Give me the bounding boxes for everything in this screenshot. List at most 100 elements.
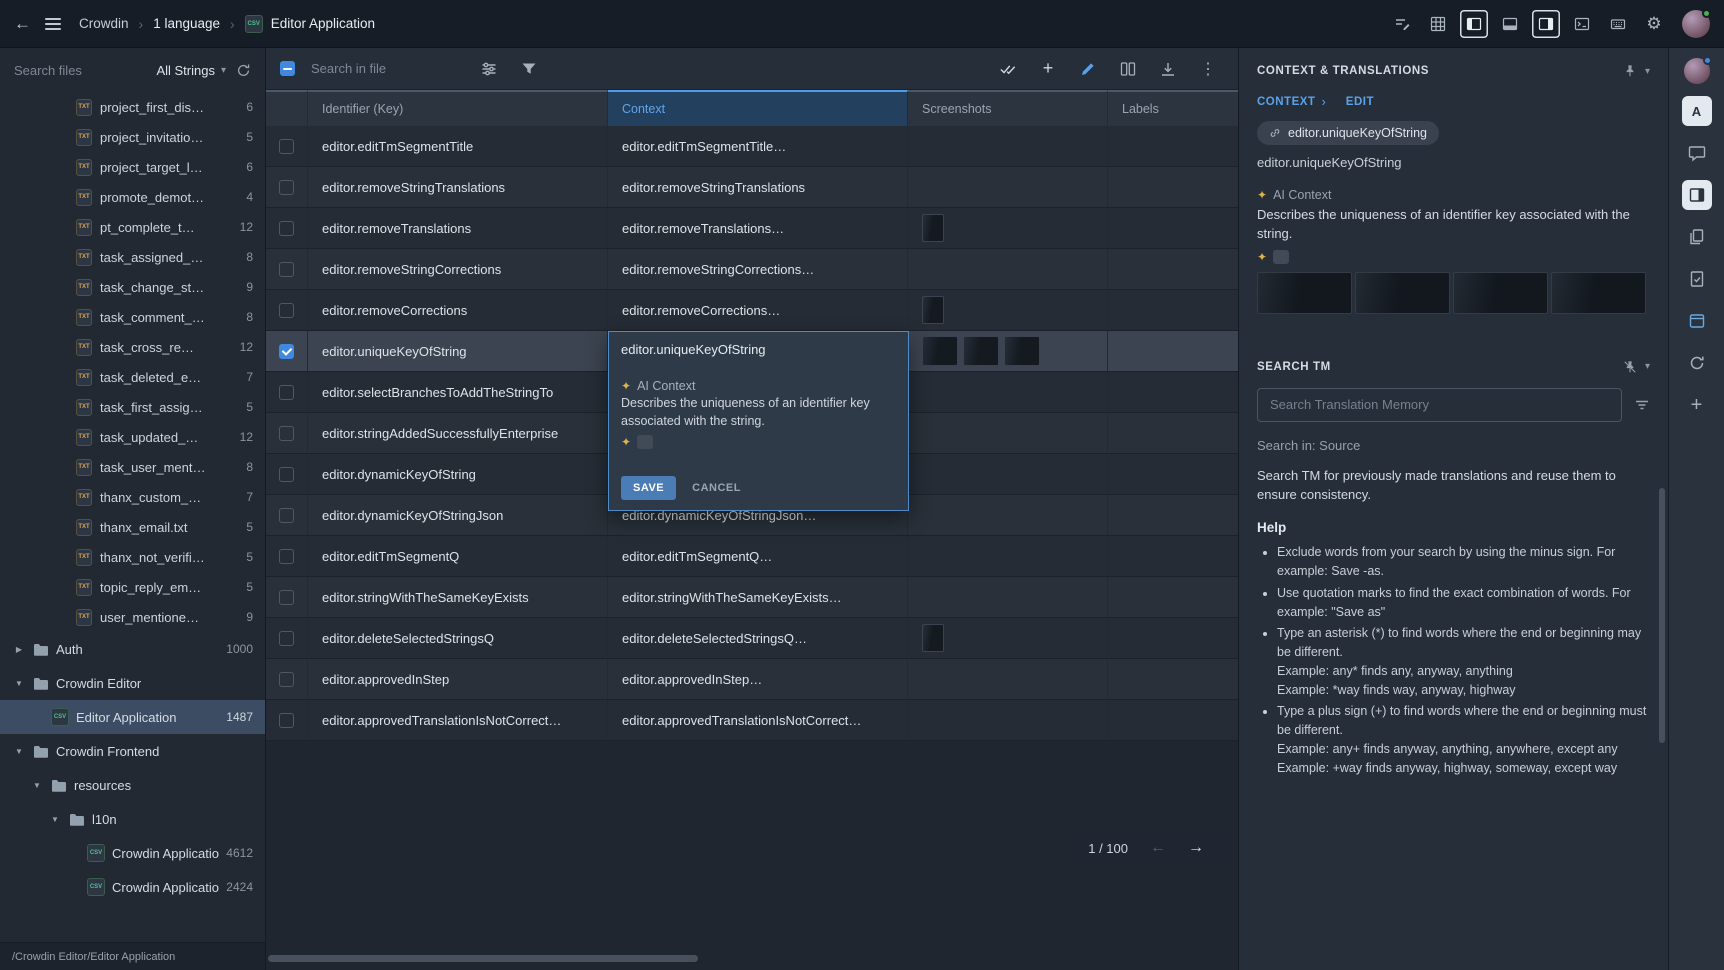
menu-icon[interactable] bbox=[45, 18, 61, 30]
search-tm-input[interactable] bbox=[1257, 388, 1622, 422]
unpin-icon[interactable] bbox=[1623, 360, 1637, 374]
screenshot-thumbnail[interactable] bbox=[922, 336, 958, 366]
file-item[interactable]: TXTtopic_reply_em…5 bbox=[0, 572, 265, 602]
file-item[interactable]: TXTtask_deleted_e…7 bbox=[0, 362, 265, 392]
file-item[interactable]: TXTthanx_custom_…7 bbox=[0, 482, 265, 512]
context-cell[interactable]: editor.removeTranslations… bbox=[608, 208, 908, 248]
file-item[interactable]: TXTpt_complete_t…12 bbox=[0, 212, 265, 242]
screenshot-thumbnail[interactable] bbox=[922, 296, 944, 324]
context-cell[interactable]: editor.deleteSelectedStringsQ… bbox=[608, 618, 908, 658]
select-all-checkbox[interactable] bbox=[280, 61, 295, 76]
file-item[interactable]: TXTtask_user_ment…8 bbox=[0, 452, 265, 482]
screenshot-thumbnail[interactable] bbox=[1551, 272, 1646, 314]
breadcrumb-file[interactable]: CSV Editor Application bbox=[245, 15, 375, 33]
breadcrumb-project[interactable]: Crowdin bbox=[79, 16, 129, 31]
chevron-collapsed-icon[interactable]: ▶ bbox=[12, 645, 26, 654]
tm-sync-icon[interactable] bbox=[1682, 348, 1712, 378]
context-cell[interactable]: editor.removeStringTranslations bbox=[608, 167, 908, 207]
file-item[interactable]: TXTtask_comment_…8 bbox=[0, 302, 265, 332]
tree-item[interactable]: ▼l10n bbox=[0, 802, 265, 836]
tree-item[interactable]: ▼resources bbox=[0, 768, 265, 802]
console-icon[interactable] bbox=[1568, 10, 1596, 38]
back-button[interactable]: ← bbox=[14, 14, 31, 34]
previous-page-icon[interactable]: ← bbox=[1150, 839, 1166, 857]
table-row[interactable]: editor.stringWithTheSameKeyExistseditor.… bbox=[266, 577, 1238, 618]
refresh-icon[interactable] bbox=[236, 63, 251, 78]
more-options-icon[interactable]: ⋮ bbox=[1196, 57, 1220, 81]
tm-filter-icon[interactable] bbox=[1634, 397, 1650, 413]
columns-icon[interactable] bbox=[1116, 57, 1140, 81]
comments-icon[interactable] bbox=[1682, 138, 1712, 168]
row-checkbox[interactable] bbox=[279, 590, 294, 605]
horizontal-scrollbar[interactable] bbox=[268, 955, 698, 962]
edit-pencil-icon[interactable] bbox=[1076, 57, 1100, 81]
chevron-expanded-icon[interactable]: ▼ bbox=[30, 781, 44, 790]
keyboard-icon[interactable] bbox=[1604, 10, 1632, 38]
row-checkbox[interactable] bbox=[279, 180, 294, 195]
context-cell[interactable]: editor.stringWithTheSameKeyExists… bbox=[608, 577, 908, 617]
pin-icon[interactable] bbox=[1623, 64, 1637, 78]
context-panel-icon[interactable] bbox=[1682, 180, 1712, 210]
context-cell[interactable]: editor.approvedInStep… bbox=[608, 659, 908, 699]
breadcrumb-language[interactable]: 1 language bbox=[153, 16, 220, 31]
context-cell[interactable]: editor.editTmSegmentTitle… bbox=[608, 126, 908, 166]
approve-all-icon[interactable] bbox=[996, 57, 1020, 81]
context-cell[interactable]: editor.removeStringCorrections… bbox=[608, 249, 908, 289]
file-item[interactable]: TXTtask_cross_re…12 bbox=[0, 332, 265, 362]
collapse-rows-icon[interactable] bbox=[1156, 57, 1180, 81]
next-page-icon[interactable]: → bbox=[1188, 839, 1204, 857]
search-files-input[interactable] bbox=[14, 63, 146, 78]
string-key-chip[interactable]: editor.uniqueKeyOfString bbox=[1257, 121, 1439, 145]
chevron-down-icon[interactable]: ▾ bbox=[1645, 361, 1650, 372]
screenshot-thumbnail[interactable] bbox=[1453, 272, 1548, 314]
screenshot-thumbnail[interactable] bbox=[1355, 272, 1450, 314]
tab-edit[interactable]: EDIT bbox=[1346, 96, 1374, 108]
grid-view-icon[interactable] bbox=[1424, 10, 1452, 38]
layout-right-panel-icon[interactable] bbox=[1532, 10, 1560, 38]
file-item[interactable]: TXTuser_mentione…9 bbox=[0, 602, 265, 632]
header-screenshots[interactable]: Screenshots bbox=[908, 90, 1108, 126]
vertical-scrollbar[interactable] bbox=[1659, 488, 1665, 743]
compose-request-icon[interactable] bbox=[1388, 10, 1416, 38]
tree-item[interactable]: CSVCrowdin Applicatio…2424 bbox=[0, 870, 265, 904]
context-edit-value[interactable]: editor.uniqueKeyOfString bbox=[621, 342, 896, 357]
table-row[interactable]: editor.removeStringCorrectionseditor.rem… bbox=[266, 249, 1238, 290]
file-item[interactable]: TXTproject_target_l…6 bbox=[0, 152, 265, 182]
tree-item[interactable]: ▼Crowdin Frontend bbox=[0, 734, 265, 768]
row-checkbox[interactable] bbox=[279, 672, 294, 687]
file-item[interactable]: TXTproject_invitatio…5 bbox=[0, 122, 265, 152]
row-checkbox[interactable] bbox=[279, 344, 294, 359]
row-checkbox[interactable] bbox=[279, 221, 294, 236]
machine-translation-icon[interactable]: A bbox=[1682, 96, 1712, 126]
chevron-down-icon[interactable]: ▾ bbox=[1645, 66, 1650, 77]
tree-item[interactable]: ▶Auth1000 bbox=[0, 632, 265, 666]
ai-action-icon[interactable] bbox=[1273, 250, 1289, 264]
row-checkbox[interactable] bbox=[279, 713, 294, 728]
layout-left-panel-icon[interactable] bbox=[1460, 10, 1488, 38]
file-item[interactable]: TXTthanx_not_verifi…5 bbox=[0, 542, 265, 572]
row-checkbox[interactable] bbox=[279, 426, 294, 441]
row-checkbox[interactable] bbox=[279, 467, 294, 482]
table-row[interactable]: editor.removeCorrectionseditor.removeCor… bbox=[266, 290, 1238, 331]
chevron-expanded-icon[interactable]: ▼ bbox=[48, 815, 62, 824]
related-strings-icon[interactable] bbox=[1682, 222, 1712, 252]
advanced-filter-icon[interactable] bbox=[477, 57, 501, 81]
row-checkbox[interactable] bbox=[279, 385, 294, 400]
row-checkbox[interactable] bbox=[279, 631, 294, 646]
header-labels[interactable]: Labels bbox=[1108, 90, 1238, 126]
chevron-expanded-icon[interactable]: ▼ bbox=[12, 747, 26, 756]
file-item[interactable]: TXTtask_change_st…9 bbox=[0, 272, 265, 302]
translation-status-icon[interactable] bbox=[1682, 264, 1712, 294]
ai-action-icon[interactable] bbox=[637, 435, 653, 449]
save-button[interactable]: SAVE bbox=[621, 476, 676, 500]
chevron-expanded-icon[interactable]: ▼ bbox=[12, 679, 26, 688]
row-checkbox[interactable] bbox=[279, 508, 294, 523]
file-item[interactable]: TXTpromote_demot…4 bbox=[0, 182, 265, 212]
strings-filter-dropdown[interactable]: All Strings ▾ bbox=[156, 63, 226, 78]
screenshot-thumbnail[interactable] bbox=[922, 624, 944, 652]
table-row[interactable]: editor.approvedTranslationIsNotCorrect…e… bbox=[266, 700, 1238, 741]
user-avatar[interactable] bbox=[1682, 10, 1710, 38]
table-row[interactable]: editor.editTmSegmentQeditor.editTmSegmen… bbox=[266, 536, 1238, 577]
layout-bottom-panel-icon[interactable] bbox=[1496, 10, 1524, 38]
table-row[interactable]: editor.approvedInStepeditor.approvedInSt… bbox=[266, 659, 1238, 700]
